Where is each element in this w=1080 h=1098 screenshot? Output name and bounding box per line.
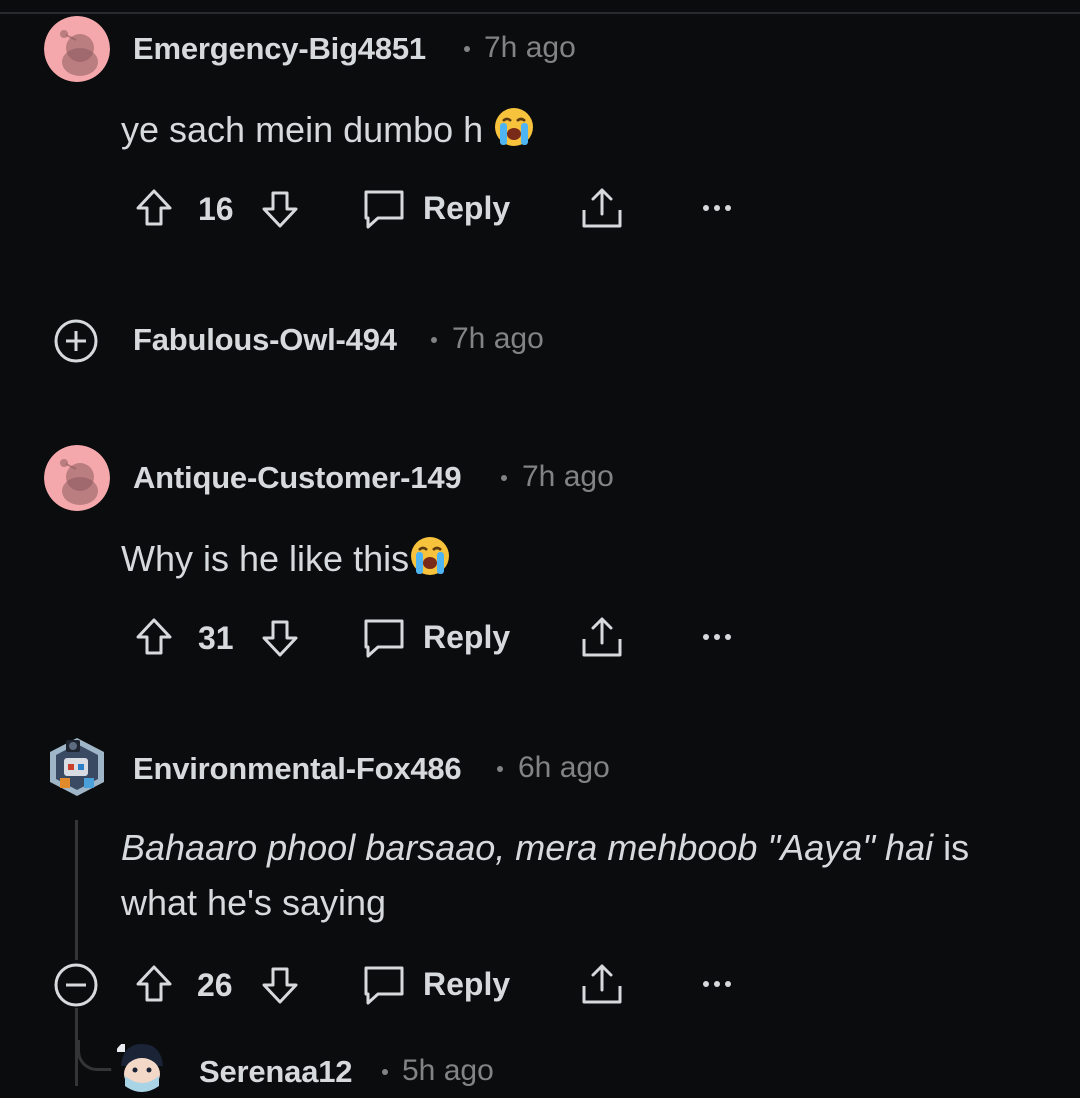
upvote-icon[interactable] (134, 188, 174, 228)
loudly-crying-face-icon (493, 106, 535, 157)
snoo-avatar-icon[interactable] (44, 445, 110, 511)
minus-circle-icon[interactable] (53, 962, 99, 1008)
share-icon[interactable] (580, 962, 624, 1006)
comment-username[interactable]: Serenaa12 (199, 1054, 353, 1090)
comment-text: Why is he like this (121, 538, 410, 579)
comment-body-line1: Bahaaro phool barsaao, mera mehboob "Aay… (121, 827, 969, 869)
custom-avatar-icon[interactable] (46, 734, 112, 800)
upvote-icon[interactable] (134, 617, 174, 657)
comment-username[interactable]: Environmental-Fox486 (133, 751, 462, 787)
share-icon[interactable] (580, 186, 624, 230)
comment-timestamp: 6h ago (518, 751, 610, 784)
loudly-crying-face-icon (409, 535, 451, 586)
more-options-icon[interactable] (701, 631, 733, 643)
snoo-avatar-icon[interactable] (44, 16, 110, 82)
reply-button[interactable]: Reply (423, 966, 510, 1003)
comment-username[interactable]: Emergency-Big4851 (133, 31, 426, 67)
comment-body: ye sach mein dumbo h (121, 106, 535, 157)
reply-icon[interactable] (362, 188, 406, 230)
comment-timestamp: 7h ago (452, 322, 544, 355)
separator-dot (431, 337, 437, 343)
share-icon[interactable] (580, 615, 624, 659)
more-options-icon[interactable] (701, 202, 733, 214)
comment-timestamp: 7h ago (484, 31, 576, 64)
separator-dot (497, 766, 503, 772)
comment-timestamp: 5h ago (402, 1054, 494, 1087)
separator-dot (464, 46, 470, 52)
reply-button[interactable]: Reply (423, 190, 510, 227)
comment-username[interactable]: Fabulous-Owl-494 (133, 322, 397, 358)
separator-dot (501, 475, 507, 481)
more-options-icon[interactable] (701, 978, 733, 990)
comment-body-line2: what he's saying (121, 882, 387, 923)
vote-count: 31 (198, 620, 234, 656)
custom-avatar-icon[interactable] (111, 1036, 173, 1098)
downvote-icon[interactable] (260, 618, 300, 658)
comment-text-rest: is (933, 827, 970, 868)
top-divider (0, 12, 1080, 14)
vote-count: 26 (197, 967, 233, 1003)
plus-circle-icon[interactable] (53, 318, 99, 364)
comment-body: Why is he like this (121, 535, 451, 586)
reply-connector (77, 1040, 114, 1071)
vote-count: 16 (198, 191, 234, 227)
comment-username[interactable]: Antique-Customer-149 (133, 460, 462, 496)
comment-text: ye sach mein dumbo h (121, 109, 484, 150)
comment-text-italic: Bahaaro phool barsaao, mera mehboob "Aay… (121, 827, 934, 868)
reply-icon[interactable] (362, 964, 406, 1006)
upvote-icon[interactable] (134, 964, 174, 1004)
reply-icon[interactable] (362, 617, 406, 659)
separator-dot (382, 1069, 388, 1075)
thread-line (75, 820, 78, 960)
downvote-icon[interactable] (260, 189, 300, 229)
downvote-icon[interactable] (260, 965, 300, 1005)
comment-timestamp: 7h ago (522, 460, 614, 493)
reply-button[interactable]: Reply (423, 619, 510, 656)
